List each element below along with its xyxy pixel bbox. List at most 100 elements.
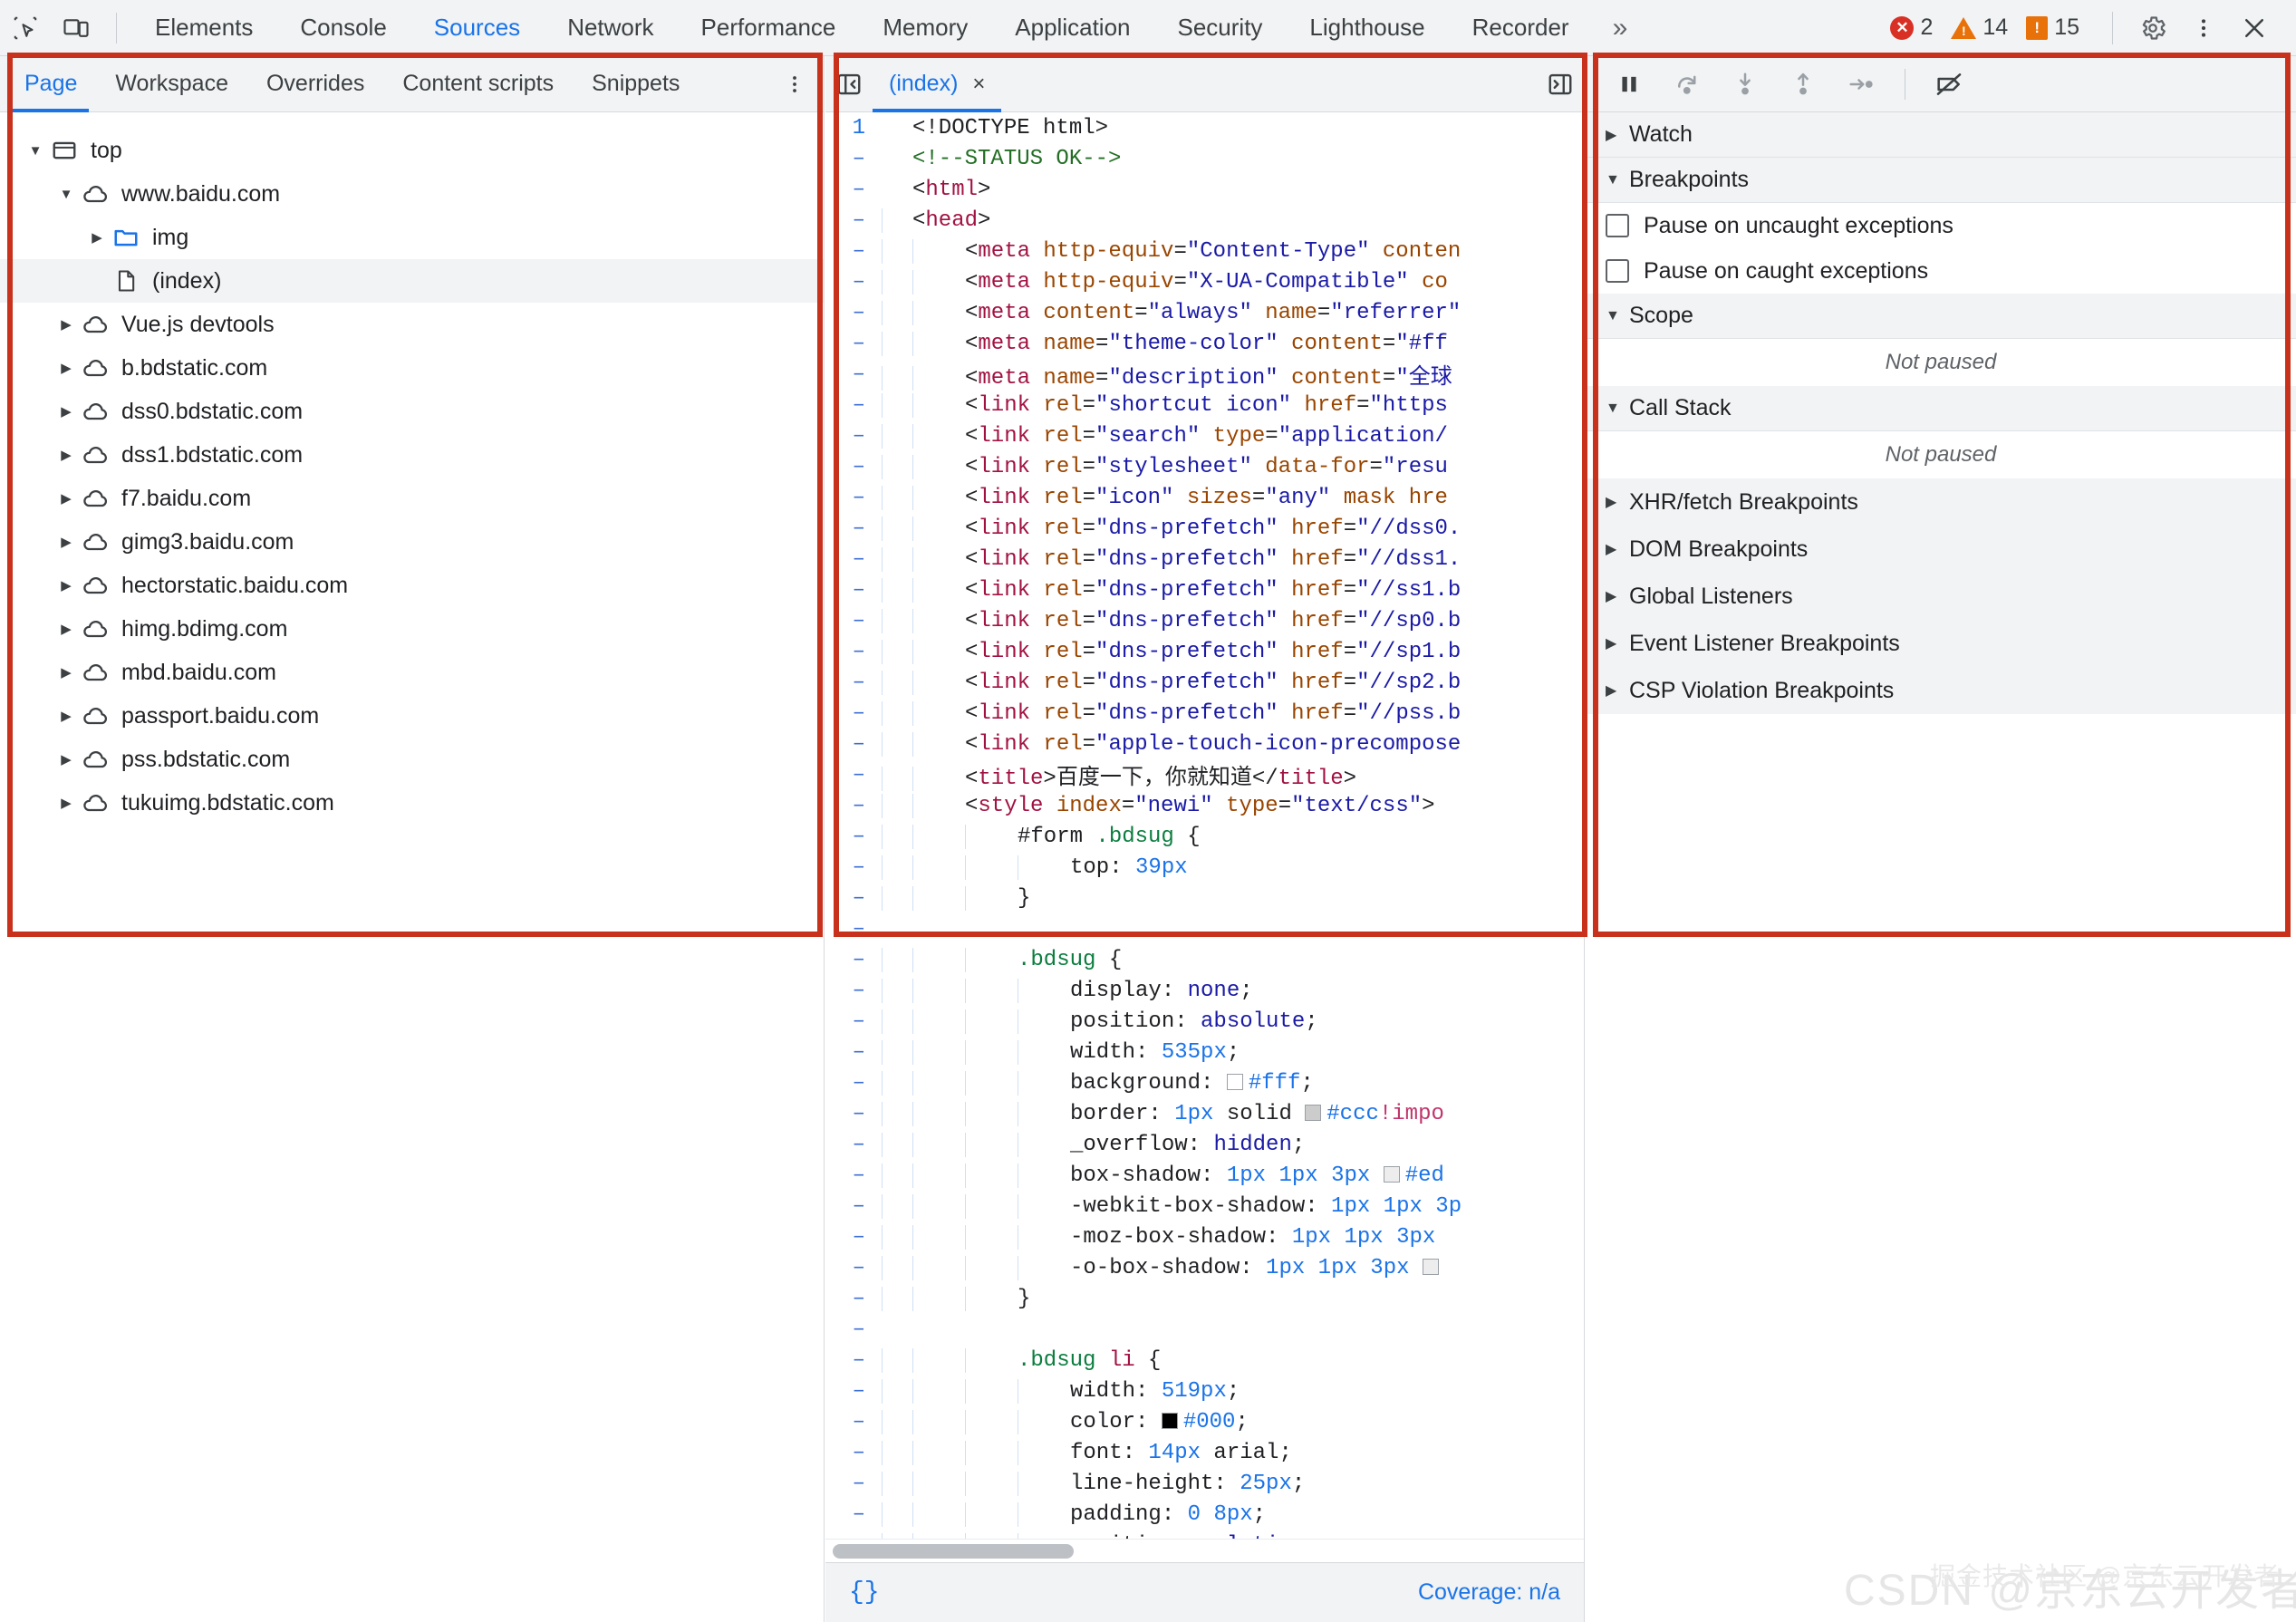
line-number[interactable]: –: [825, 948, 882, 972]
pretty-print-icon[interactable]: {}: [849, 1579, 880, 1607]
pause-on-uncaught-exceptions-row[interactable]: Pause on uncaught exceptions: [1586, 203, 2296, 248]
color-swatch[interactable]: [1422, 1258, 1439, 1275]
line-number[interactable]: –: [825, 917, 882, 941]
section-global-listeners[interactable]: ▶ Global Listeners: [1586, 573, 2296, 620]
line-number[interactable]: –: [825, 1071, 882, 1096]
chevron-right-icon[interactable]: ▶: [54, 664, 78, 681]
line-number[interactable]: 1: [825, 116, 882, 140]
code-editor[interactable]: 1 <!DOCTYPE html> – <!--STATUS OK--> – <html>…: [825, 112, 1584, 1539]
tree-item-index[interactable]: ▶(index): [0, 259, 824, 303]
step-out-icon[interactable]: [1780, 64, 1827, 104]
tree-item-dss0-bdstatic-com[interactable]: ▶ dss0.bdstatic.com: [0, 390, 824, 433]
color-swatch[interactable]: [1161, 1412, 1178, 1429]
line-number[interactable]: –: [825, 609, 882, 633]
pause-uncaught-checkbox[interactable]: [1606, 214, 1629, 237]
editor-horizontal-scrollbar[interactable]: [825, 1539, 1584, 1562]
line-number[interactable]: –: [825, 855, 882, 880]
tree-item-www-baidu-com[interactable]: ▼ www.baidu.com: [0, 172, 824, 216]
tab-application[interactable]: Application: [991, 0, 1153, 56]
line-number[interactable]: –: [825, 1225, 882, 1250]
line-number[interactable]: –: [825, 208, 882, 233]
section-csp-violation-breakpoints[interactable]: ▶ CSP Violation Breakpoints: [1586, 667, 2296, 714]
chevron-right-icon[interactable]: ▶: [54, 316, 78, 333]
more-tabs-icon[interactable]: »: [1593, 0, 1645, 56]
section-breakpoints[interactable]: ▼ Breakpoints: [1586, 158, 2296, 203]
line-number[interactable]: –: [825, 1410, 882, 1434]
step-into-icon[interactable]: [1722, 64, 1769, 104]
step-over-icon[interactable]: [1664, 64, 1711, 104]
chevron-right-icon[interactable]: ▶: [54, 403, 78, 420]
line-number[interactable]: –: [825, 1318, 882, 1342]
color-swatch[interactable]: [1383, 1165, 1400, 1183]
line-number[interactable]: –: [825, 147, 882, 171]
line-number[interactable]: –: [825, 547, 882, 572]
editor-tab-index[interactable]: (index) ×: [873, 56, 1002, 112]
show-navigator-icon[interactable]: [825, 56, 873, 112]
error-counter[interactable]: ✕ 2: [1890, 14, 1933, 41]
chevron-right-icon[interactable]: ▶: [54, 577, 78, 594]
line-number[interactable]: –: [825, 732, 882, 757]
info-counter[interactable]: ! 15: [2026, 14, 2079, 41]
line-number[interactable]: –: [825, 362, 882, 387]
nav-tab-page[interactable]: Page: [5, 56, 96, 112]
line-number[interactable]: –: [825, 1287, 882, 1311]
tree-item-img[interactable]: ▶ img: [0, 216, 824, 259]
line-number[interactable]: –: [825, 1379, 882, 1404]
chevron-right-icon[interactable]: ▶: [54, 795, 78, 811]
line-number[interactable]: –: [825, 1441, 882, 1465]
line-number[interactable]: –: [825, 1009, 882, 1034]
chevron-right-icon[interactable]: ▶: [85, 229, 109, 246]
line-number[interactable]: –: [825, 486, 882, 510]
line-number[interactable]: –: [825, 1194, 882, 1219]
coverage-status[interactable]: Coverage: n/a: [1418, 1579, 1560, 1606]
warning-counter[interactable]: 14: [1951, 14, 2008, 41]
device-toolbar-icon[interactable]: [51, 8, 101, 48]
tree-item-b-bdstatic-com[interactable]: ▶ b.bdstatic.com: [0, 346, 824, 390]
tab-security[interactable]: Security: [1154, 0, 1287, 56]
scrollbar-thumb[interactable]: [833, 1544, 1074, 1559]
section-dom-breakpoints[interactable]: ▶ DOM Breakpoints: [1586, 526, 2296, 573]
chevron-down-icon[interactable]: ▼: [24, 143, 47, 159]
chevron-right-icon[interactable]: ▶: [54, 447, 78, 463]
line-number[interactable]: –: [825, 424, 882, 449]
line-number[interactable]: –: [825, 701, 882, 726]
line-number[interactable]: –: [825, 1472, 882, 1496]
chevron-right-icon[interactable]: ▶: [54, 751, 78, 768]
line-number[interactable]: –: [825, 239, 882, 264]
line-number[interactable]: –: [825, 640, 882, 664]
line-number[interactable]: –: [825, 671, 882, 695]
line-number[interactable]: –: [825, 886, 882, 911]
tab-memory[interactable]: Memory: [859, 0, 991, 56]
tree-item-dss1-bdstatic-com[interactable]: ▶ dss1.bdstatic.com: [0, 433, 824, 477]
line-number[interactable]: –: [825, 794, 882, 818]
nav-tab-content-scripts[interactable]: Content scripts: [383, 56, 573, 112]
line-number[interactable]: –: [825, 455, 882, 479]
pause-script-icon[interactable]: [1606, 64, 1653, 104]
tree-item-passport-baidu-com[interactable]: ▶ passport.baidu.com: [0, 694, 824, 738]
line-number[interactable]: –: [825, 578, 882, 603]
line-number[interactable]: –: [825, 332, 882, 356]
line-number[interactable]: –: [825, 1256, 882, 1280]
chevron-right-icon[interactable]: ▶: [54, 708, 78, 724]
pause-caught-checkbox[interactable]: [1606, 259, 1629, 283]
section-watch[interactable]: ▶ Watch: [1586, 112, 2296, 158]
section-xhr-fetch-breakpoints[interactable]: ▶ XHR/fetch Breakpoints: [1586, 478, 2296, 526]
tree-item-tukuimg-bdstatic-com[interactable]: ▶ tukuimg.bdstatic.com: [0, 781, 824, 825]
line-number[interactable]: –: [825, 1348, 882, 1373]
chevron-right-icon[interactable]: ▶: [54, 490, 78, 507]
inspect-element-icon[interactable]: [0, 8, 51, 48]
line-number[interactable]: –: [825, 1040, 882, 1065]
line-number[interactable]: –: [825, 270, 882, 294]
chevron-down-icon[interactable]: ▼: [54, 187, 78, 202]
line-number[interactable]: –: [825, 763, 882, 787]
show-debugger-icon[interactable]: [1537, 56, 1584, 112]
line-number[interactable]: –: [825, 517, 882, 541]
line-number[interactable]: –: [825, 393, 882, 418]
tab-console[interactable]: Console: [276, 0, 410, 56]
section-call-stack[interactable]: ▼ Call Stack: [1586, 386, 2296, 431]
line-number[interactable]: –: [825, 1133, 882, 1157]
tree-item-gimg3-baidu-com[interactable]: ▶ gimg3.baidu.com: [0, 520, 824, 564]
line-number[interactable]: –: [825, 178, 882, 202]
close-icon[interactable]: ×: [972, 72, 985, 97]
pause-on-caught-exceptions-row[interactable]: Pause on caught exceptions: [1586, 248, 2296, 294]
